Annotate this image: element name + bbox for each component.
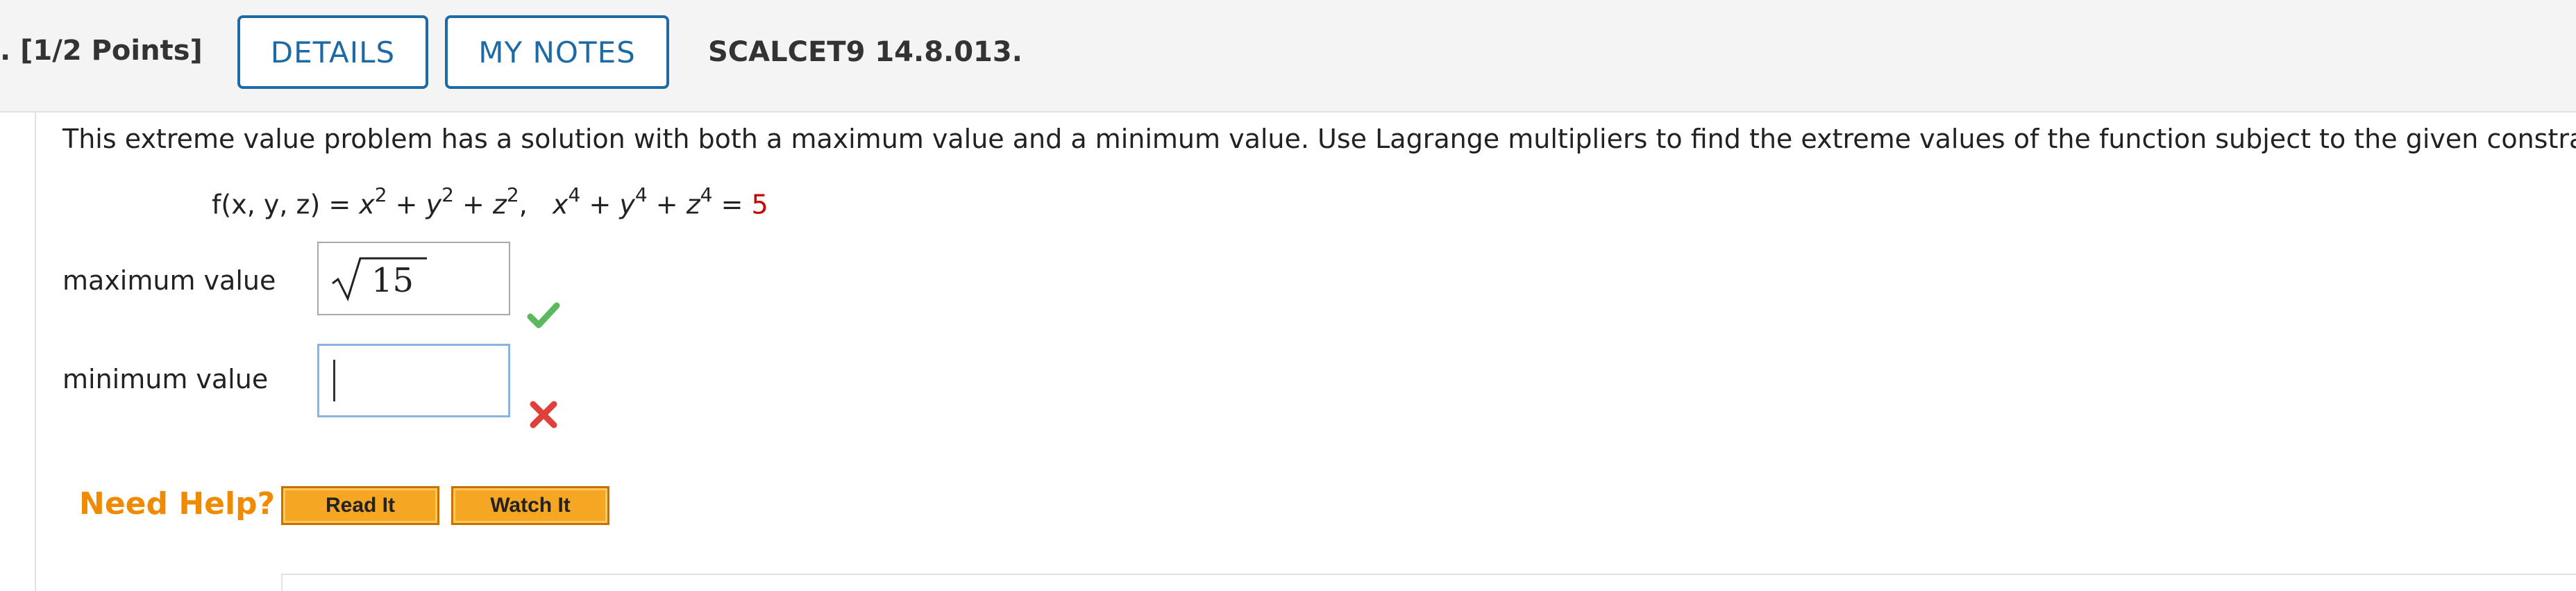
question-text: This extreme value problem has a solutio… (62, 124, 2576, 154)
constraint-var-x: x (553, 189, 569, 220)
minimum-value-label: minimum value (62, 364, 269, 394)
exp-x-4: 4 (568, 183, 581, 206)
minimum-value-input[interactable] (317, 344, 510, 417)
exp-y-4: 4 (634, 183, 648, 206)
bottom-divider (281, 574, 2576, 575)
formula-comma: , (519, 189, 528, 220)
constraint-value: 5 (751, 189, 768, 220)
maximum-value-label: maximum value (62, 265, 276, 296)
plus-1: + (387, 189, 426, 220)
exp-x-2: 2 (374, 183, 387, 206)
check-icon (527, 302, 560, 328)
constraint-var-z: z (686, 189, 700, 220)
var-y: y (426, 189, 442, 220)
x-icon (530, 401, 557, 428)
var-z: z (492, 189, 507, 220)
question-header: . [1/2 Points] DETAILS MY NOTES SCALCET9… (0, 0, 2576, 113)
exp-y-2: 2 (441, 183, 454, 206)
watch-it-button[interactable]: Watch It (451, 486, 609, 525)
var-x: x (359, 189, 375, 220)
constraint-equals: = (712, 189, 752, 220)
read-it-button[interactable]: Read It (281, 486, 439, 525)
maximum-value-input[interactable]: 15 (317, 242, 510, 315)
need-help-label: Need Help? (79, 486, 276, 522)
my-notes-button[interactable]: MY NOTES (445, 15, 669, 89)
course-code: SCALCET9 14.8.013. (708, 36, 1022, 68)
constraint-var-y: y (619, 189, 635, 220)
details-button[interactable]: DETAILS (237, 15, 428, 89)
sqrt-expression: 15 (331, 256, 428, 301)
function-lhs: f(x, y, z) = (212, 189, 360, 220)
plus-3: + (580, 189, 620, 220)
maximum-value-radicand: 15 (371, 261, 414, 300)
webassign-question-page: . [1/2 Points] DETAILS MY NOTES SCALCET9… (0, 0, 2576, 591)
bottom-panel-edge (281, 574, 283, 591)
text-cursor (333, 360, 335, 401)
plus-4: + (647, 189, 687, 220)
function-formula: f(x, y, z) = x2 + y2 + z2, x4 + y4 + z4 … (212, 183, 768, 220)
exp-z-4: 4 (700, 183, 713, 206)
exp-z-2: 2 (506, 183, 519, 206)
content-left-border (35, 113, 36, 591)
points-label: . [1/2 Points] (0, 35, 203, 67)
plus-2: + (453, 189, 493, 220)
